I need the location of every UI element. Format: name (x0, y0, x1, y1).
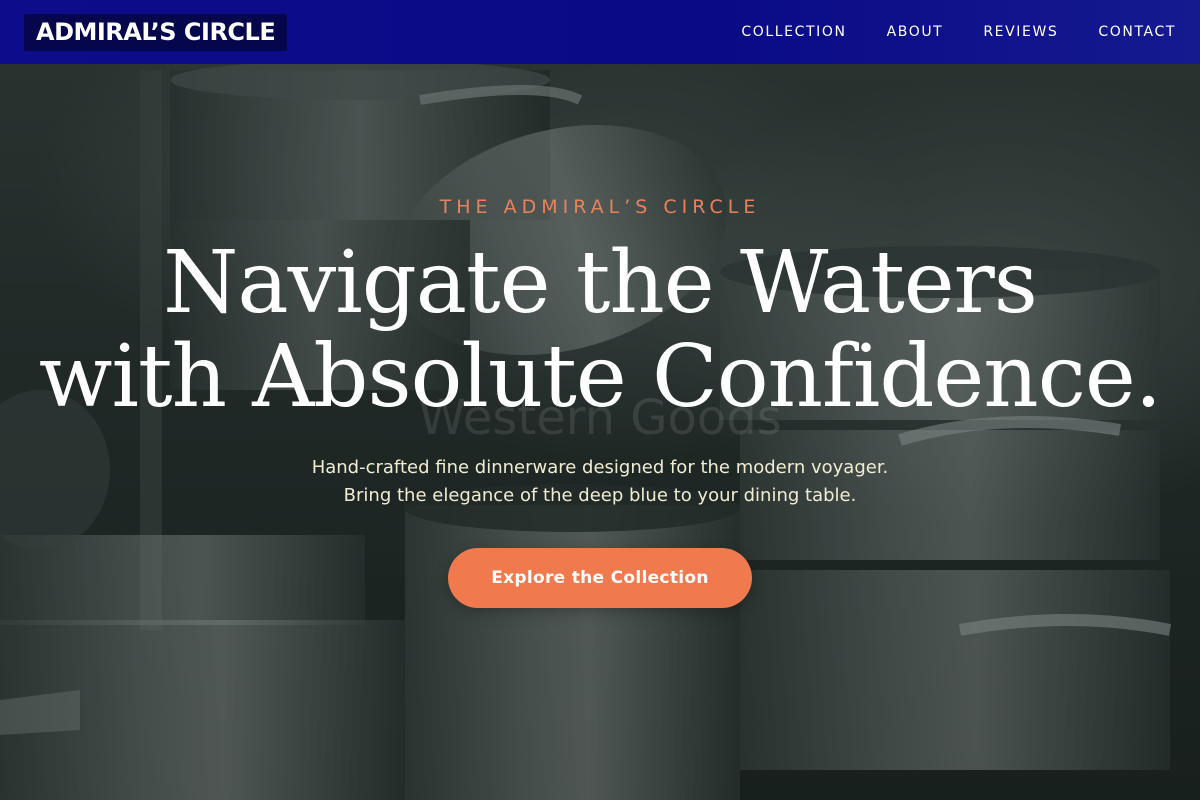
site-header: ADMIRAL’S CIRCLE COLLECTION ABOUT REVIEW… (0, 0, 1200, 64)
hero-section: THE ADMIRAL’S CIRCLE Western Goods Navig… (0, 64, 1200, 800)
hero-subtext-line2: Bring the elegance of the deep blue to y… (343, 485, 857, 506)
hero-subtext: Hand-crafted fine dinnerware designed fo… (0, 454, 1200, 510)
hero-kicker: THE ADMIRAL’S CIRCLE (439, 196, 761, 218)
nav-link-about[interactable]: ABOUT (887, 24, 944, 40)
explore-collection-button[interactable]: Explore the Collection (448, 548, 752, 608)
hero-headline-line1: Navigate the Waters (163, 233, 1038, 333)
hero-headline: Navigate the Waters with Absolute Confid… (0, 236, 1200, 424)
page: ADMIRAL’S CIRCLE COLLECTION ABOUT REVIEW… (0, 0, 1200, 800)
site-logo[interactable]: ADMIRAL’S CIRCLE (24, 13, 288, 51)
nav-link-contact[interactable]: CONTACT (1098, 24, 1176, 40)
hero-subtext-line1: Hand-crafted fine dinnerware designed fo… (311, 457, 889, 478)
nav-link-reviews[interactable]: REVIEWS (983, 24, 1058, 40)
nav-link-collection[interactable]: COLLECTION (741, 24, 846, 40)
main-nav: COLLECTION ABOUT REVIEWS CONTACT (741, 24, 1176, 40)
hero-headline-line2: with Absolute Confidence. (38, 327, 1162, 427)
